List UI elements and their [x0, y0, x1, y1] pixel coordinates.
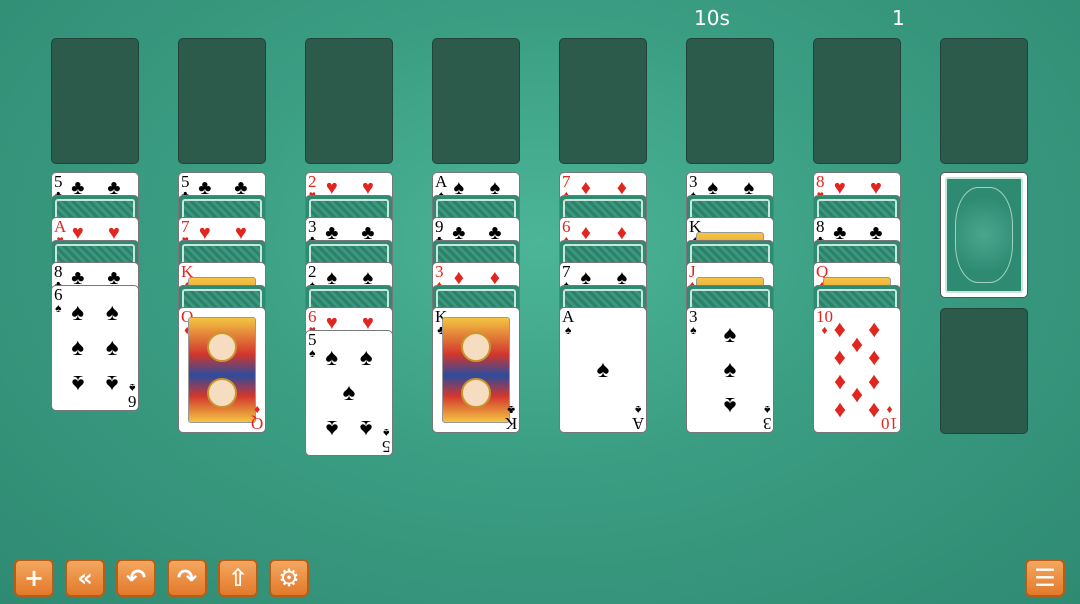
- card-rank: Q: [250, 414, 263, 433]
- suit-pip-icon: ♦: [868, 369, 881, 397]
- top-slot-5[interactable]: [559, 38, 647, 164]
- card-rank: A: [631, 414, 644, 433]
- figure-head: [207, 377, 237, 408]
- figure-head: [207, 332, 237, 363]
- card-corner-bottom: A ♠: [631, 403, 644, 433]
- gear-icon: ⚙: [278, 564, 300, 592]
- card-rank: K: [504, 414, 517, 433]
- arrow-up-icon: ⇧: [227, 564, 249, 592]
- suit-pip-icon: ♠: [723, 321, 737, 349]
- suit-pip-icon: ♦: [833, 343, 846, 371]
- suit-icon: ♠: [564, 323, 572, 337]
- undo-button[interactable]: ↶: [116, 559, 156, 597]
- suit-pip-icon: ♠: [359, 414, 373, 442]
- card-A-spades[interactable]: A ♠ ♠ A ♠: [559, 307, 647, 433]
- card-corner: 10 ♦: [816, 308, 833, 336]
- card-corner-bottom: Q ♦: [250, 403, 263, 433]
- list-icon: ☰: [1034, 564, 1056, 592]
- card-corner: A♠: [562, 308, 574, 336]
- timer-display: 10s: [694, 6, 730, 30]
- move-counter: 1: [892, 6, 905, 30]
- suit-pip-icon: ♠: [105, 334, 119, 361]
- new-game-button[interactable]: +: [14, 559, 54, 597]
- figure-head: [461, 332, 491, 363]
- suit-pip-icon: ♠: [723, 391, 737, 419]
- card-10-diamonds[interactable]: 10 ♦ ♦ ♦ ♦ ♦ ♦ ♦ ♦ ♦ ♦ ♦ 10 ♦: [813, 307, 901, 433]
- card-Q-diamonds[interactable]: Q♦♛Q♦: [178, 307, 266, 433]
- suit-icon: ♣: [506, 403, 515, 417]
- suit-pip-icon: ♦: [850, 331, 864, 359]
- card-corner-bottom: 10 ♦: [881, 403, 898, 433]
- redo-icon: ↷: [176, 564, 198, 592]
- plus-icon: +: [23, 564, 45, 592]
- suit-icon: ♠: [634, 403, 642, 417]
- card-corner: 3♠: [689, 308, 698, 336]
- card-corner: 5 ♠: [308, 331, 317, 359]
- top-slot-3[interactable]: [305, 38, 393, 164]
- suit-pip-icon: ♠: [359, 344, 373, 372]
- card-corner: 6 ♠: [54, 286, 63, 314]
- undo-icon: ↶: [125, 564, 147, 592]
- card-rank: 10: [881, 414, 898, 433]
- card-corner-bottom: 3 ♠: [762, 403, 772, 433]
- top-slot-7[interactable]: [813, 38, 901, 164]
- card-corner-bottom: 6 ♠: [127, 381, 137, 411]
- suit-icon: ♠: [763, 403, 770, 417]
- suit-icon: ♠: [55, 301, 62, 315]
- card-5-spades[interactable]: 5 ♠ ♠ ♠ ♠ ♠ ♠ 5 ♠: [305, 330, 393, 456]
- suit-icon: ♠: [690, 323, 697, 337]
- auto-complete-button[interactable]: ⇧: [218, 559, 258, 597]
- figure-head: [461, 377, 491, 408]
- suit-pip-icon: ♦: [868, 316, 881, 344]
- card-rank: 5: [381, 437, 391, 456]
- waste-pile[interactable]: [940, 308, 1028, 434]
- card-rank: 3: [762, 414, 772, 433]
- suit-pip-icon: ♠: [596, 356, 610, 383]
- suit-pip-icon: ♦: [833, 369, 846, 397]
- suit-icon: ♠: [128, 381, 135, 395]
- suit-pip-icon: ♠: [71, 334, 85, 361]
- court-figure: ♛: [188, 317, 256, 423]
- suit-pip-icon: ♠: [342, 379, 356, 406]
- suit-icon: ♠: [382, 426, 389, 440]
- suit-pip-icon: ♠: [105, 299, 119, 327]
- card-3-spades[interactable]: 3 ♠ ♠ ♠ ♠ 3 ♠: [686, 307, 774, 433]
- top-slot-6[interactable]: [686, 38, 774, 164]
- card-corner-bottom: 5 ♠: [381, 426, 391, 456]
- suit-icon: ♦: [821, 323, 828, 337]
- top-slot-4[interactable]: [432, 38, 520, 164]
- suit-pip-icon: ♦: [833, 396, 846, 424]
- menu-button[interactable]: ☰: [1025, 559, 1065, 597]
- suit-pip-icon: ♦: [833, 316, 846, 344]
- card-back: [945, 177, 1023, 293]
- redo-button[interactable]: ↷: [167, 559, 207, 597]
- top-slot-2[interactable]: [178, 38, 266, 164]
- suit-icon: ♠: [309, 346, 316, 360]
- court-figure: ♛: [442, 317, 510, 423]
- card-6-spades[interactable]: 6 ♠ ♠ ♠ ♠ ♠ ♠ ♠ 6 ♠: [51, 285, 139, 411]
- suit-pip-icon: ♠: [105, 369, 119, 397]
- suit-icon: ♦: [886, 403, 893, 417]
- card-corner-bottom: K ♣: [504, 403, 517, 433]
- suit-pip-icon: ♦: [868, 396, 881, 424]
- top-slot-1[interactable]: [51, 38, 139, 164]
- suit-pip-icon: ♠: [325, 344, 339, 372]
- rewind-icon: «: [77, 564, 93, 592]
- suit-pip-icon: ♠: [71, 369, 85, 397]
- suit-pip-icon: ♠: [723, 356, 737, 383]
- card-rank: 6: [127, 392, 137, 411]
- card-K-clubs[interactable]: K♣♛K♣: [432, 307, 520, 433]
- suit-pip-icon: ♦: [868, 343, 881, 371]
- restart-button[interactable]: «: [65, 559, 105, 597]
- suit-pip-icon: ♠: [71, 299, 85, 327]
- suit-pip-icon: ♠: [325, 414, 339, 442]
- stock-pile[interactable]: [940, 172, 1028, 298]
- suit-icon: ♦: [253, 403, 260, 417]
- suit-pip-icon: ♦: [850, 381, 864, 409]
- top-slot-8[interactable]: [940, 38, 1028, 164]
- settings-button[interactable]: ⚙: [269, 559, 309, 597]
